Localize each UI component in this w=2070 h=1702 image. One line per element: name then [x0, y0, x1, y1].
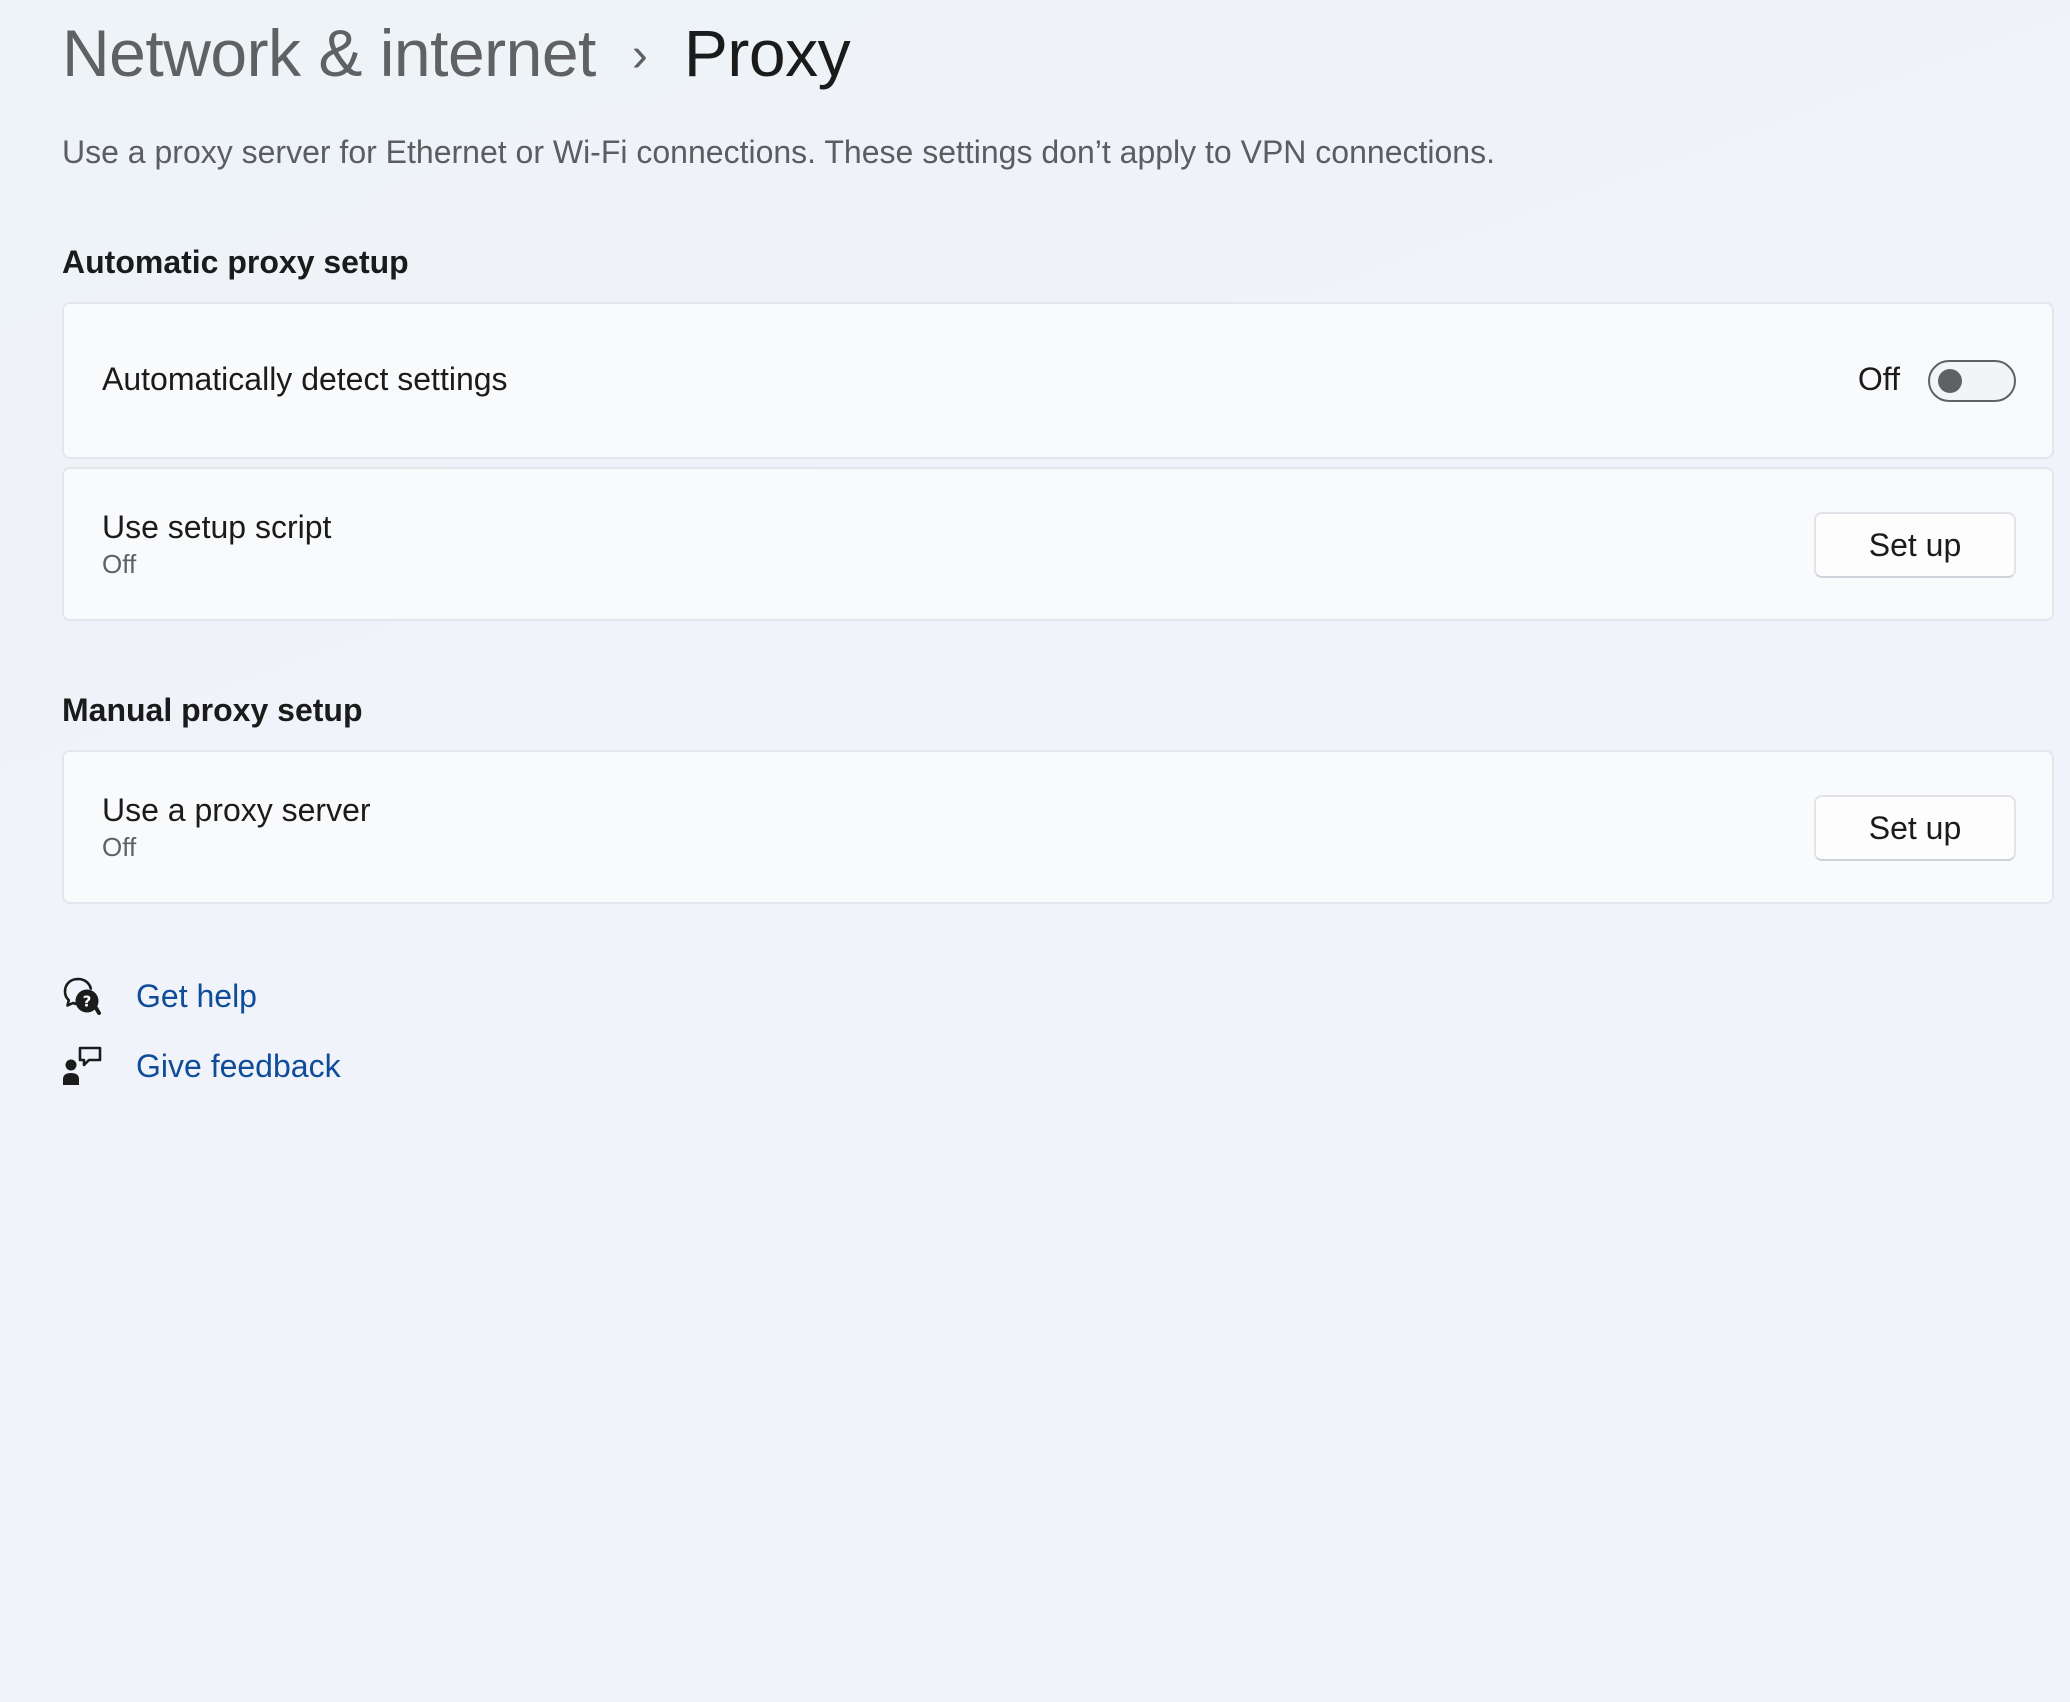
svg-text:?: ? — [83, 993, 92, 1011]
breadcrumb-chevron-icon: › — [631, 28, 648, 82]
section-title-automatic: Automatic proxy setup — [62, 244, 409, 280]
give-feedback-link[interactable]: Give feedback — [62, 1044, 341, 1088]
proxy-server-button[interactable]: Set up — [1814, 795, 2016, 861]
auto-detect-state: Off — [1857, 361, 1900, 397]
setup-script-status: Off — [102, 549, 137, 579]
page-description: Use a proxy server for Ethernet or Wi-Fi… — [62, 134, 1495, 170]
give-feedback-icon — [62, 1046, 102, 1086]
card-proxy-server: Use a proxy server Off Set up — [62, 750, 2054, 904]
card-setup-script: Use setup script Off Set up — [62, 467, 2054, 621]
setup-script-label: Use setup script — [102, 509, 332, 545]
give-feedback-label: Give feedback — [136, 1047, 341, 1084]
get-help-label: Get help — [136, 977, 257, 1014]
card-auto-detect: Automatically detect settings Off — [62, 302, 2054, 459]
proxy-server-label: Use a proxy server — [102, 792, 371, 828]
get-help-icon: ? — [62, 976, 102, 1016]
auto-detect-label: Automatically detect settings — [102, 361, 508, 397]
breadcrumb: Network & internet › Proxy — [62, 8, 851, 98]
auto-detect-toggle[interactable] — [1928, 360, 2016, 402]
breadcrumb-network-internet[interactable]: Network & internet — [62, 15, 596, 91]
toggle-knob — [1938, 369, 1962, 393]
get-help-link[interactable]: ? Get help — [62, 974, 257, 1018]
setup-script-button[interactable]: Set up — [1814, 512, 2016, 578]
page-title: Proxy — [683, 16, 851, 90]
proxy-server-status: Off — [102, 832, 137, 862]
section-title-manual: Manual proxy setup — [62, 692, 363, 728]
